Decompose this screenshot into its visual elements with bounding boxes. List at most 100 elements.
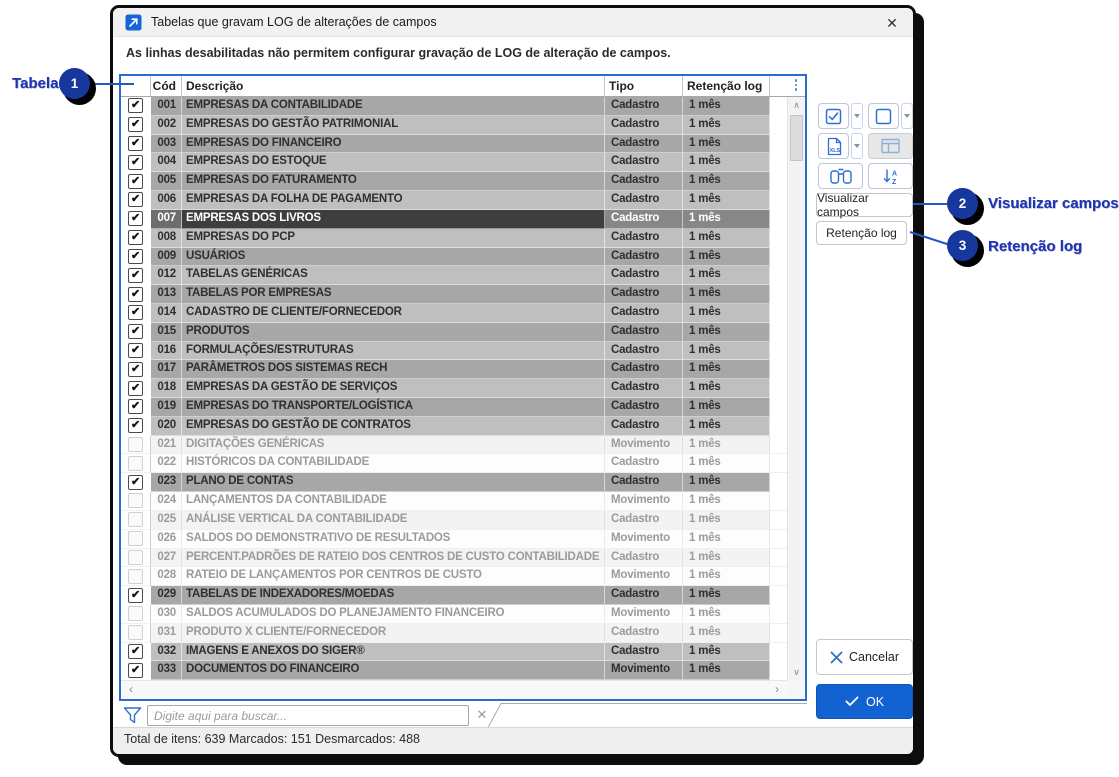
col-header-cod[interactable]: Cód xyxy=(151,76,182,96)
table-row[interactable]: ✔ 009 USUÁRIOS Cadastro 1 mês xyxy=(121,247,787,267)
row-checkbox[interactable]: ✔ xyxy=(121,134,151,154)
table-row[interactable]: ✔ 013 TABELAS POR EMPRESAS Cadastro 1 mês xyxy=(121,285,787,304)
table-row[interactable]: ✔ 033 DOCUMENTOS DO FINANCEIRO Movimento 1 m… xyxy=(121,661,787,681)
uncheck-all-button[interactable] xyxy=(868,103,899,129)
table-row[interactable]: ✔ 020 EMPRESAS DO GESTÃO DE CONTRATOS Cadas… xyxy=(121,416,787,436)
table-row[interactable]: ✔ 015 PRODUTOS Cadastro 1 mês xyxy=(121,322,787,342)
col-header-retencao[interactable]: Retenção log xyxy=(683,76,770,96)
table-row[interactable]: ✔ 023 PLANO DE CONTAS Cadastro 1 mês xyxy=(121,473,787,493)
table-row[interactable]: 028 RATEIO DE LANÇAMENTOS POR CENTROS DE … xyxy=(121,567,787,587)
row-checkbox[interactable] xyxy=(121,548,151,568)
table-row[interactable]: ✔ 001 EMPRESAS DA CONTABILIDADE Cadastro 1 m… xyxy=(121,97,787,116)
row-checkbox[interactable]: ✔ xyxy=(121,642,151,662)
row-checkbox[interactable]: ✔ xyxy=(121,209,151,229)
uncheck-all-dropdown[interactable] xyxy=(901,103,913,129)
retencao-log-button[interactable]: Retenção log xyxy=(816,221,907,245)
row-checkbox[interactable] xyxy=(121,510,151,530)
table-row[interactable]: 027 PERCENT.PADRÕES DE RATEIO DOS CENTROS… xyxy=(121,548,787,568)
checkbox-checked-icon: ✔ xyxy=(128,662,143,678)
row-checkbox[interactable]: ✔ xyxy=(121,379,151,398)
check-all-button[interactable] xyxy=(818,103,849,129)
table-row[interactable]: ✔ 018 EMPRESAS DA GESTÃO DE SERVIÇOS Cadast… xyxy=(121,379,787,398)
table-row[interactable]: 026 SALDOS DO DEMONSTRATIVO DE RESULTADOS… xyxy=(121,529,787,549)
table-row[interactable]: 022 HISTÓRICOS DA CONTABILIDADE Cadastro 1 … xyxy=(121,454,787,474)
layout-button[interactable] xyxy=(868,133,913,159)
cell-ret: 1 mês xyxy=(683,209,770,229)
export-dropdown[interactable] xyxy=(851,133,863,159)
select-all-header[interactable] xyxy=(121,76,151,96)
row-checkbox[interactable]: ✔ xyxy=(121,398,151,417)
table-row[interactable]: ✔ 004 EMPRESAS DO ESTOQUE Cadastro 1 mês xyxy=(121,153,787,173)
search-button[interactable] xyxy=(818,163,863,189)
visualizar-campos-button[interactable]: Visualizar campos xyxy=(816,191,913,219)
row-checkbox[interactable]: ✔ xyxy=(121,266,151,286)
row-checkbox[interactable]: ✔ xyxy=(121,191,151,210)
cell-cod: 032 xyxy=(151,642,182,662)
scroll-left-icon[interactable]: ‹ xyxy=(123,681,139,699)
ok-button[interactable]: OK xyxy=(816,684,913,719)
table-row[interactable]: ✔ 012 TABELAS GENÉRICAS Cadastro 1 mês xyxy=(121,266,787,286)
grid-menu-icon[interactable] xyxy=(792,79,800,91)
row-checkbox[interactable]: ✔ xyxy=(121,473,151,493)
table-row[interactable]: ✔ 005 EMPRESAS DO FATURAMENTO Cadastro 1 mês xyxy=(121,172,787,192)
cell-desc: EMPRESAS DO ESTOQUE xyxy=(182,153,605,173)
table-row[interactable]: ✔ 016 FORMULAÇÕES/ESTRUTURAS Cadastro 1 mês xyxy=(121,341,787,361)
funnel-icon[interactable] xyxy=(123,706,142,725)
table-row[interactable]: 025 ANÁLISE VERTICAL DA CONTABILIDADE Cada… xyxy=(121,510,787,530)
table-row[interactable]: ✔ 014 CADASTRO DE CLIENTE/FORNECEDOR Cadast… xyxy=(121,303,787,323)
cancel-button[interactable]: Cancelar xyxy=(816,639,913,675)
row-checkbox[interactable]: ✔ xyxy=(121,586,151,605)
table-row[interactable]: ✔ 017 PARÂMETROS DOS SISTEMAS RECH Cadastro… xyxy=(121,360,787,380)
row-checkbox[interactable]: ✔ xyxy=(121,228,151,248)
row-checkbox[interactable]: ✔ xyxy=(121,416,151,436)
row-checkbox[interactable] xyxy=(121,567,151,587)
table-row[interactable]: 021 DIGITAÇÕES GENÉRICAS Movimento 1 mês xyxy=(121,435,787,455)
scroll-up-icon[interactable]: ∧ xyxy=(788,97,805,113)
row-checkbox[interactable]: ✔ xyxy=(121,322,151,342)
row-checkbox[interactable] xyxy=(121,623,151,643)
row-checkbox[interactable] xyxy=(121,435,151,455)
col-header-tipo[interactable]: Tipo xyxy=(605,76,683,96)
scroll-down-icon[interactable]: ∨ xyxy=(788,664,805,680)
row-checkbox[interactable] xyxy=(121,454,151,474)
col-header-descricao[interactable]: Descrição xyxy=(182,76,605,96)
table-row[interactable]: ✔ 002 EMPRESAS DO GESTÃO PATRIMONIAL Cadast… xyxy=(121,115,787,135)
row-checkbox[interactable]: ✔ xyxy=(121,97,151,116)
cell-cod: 031 xyxy=(151,623,182,643)
horizontal-scrollbar[interactable]: ‹ › xyxy=(121,680,787,699)
row-checkbox[interactable]: ✔ xyxy=(121,172,151,192)
table-row[interactable]: ✔ 006 EMPRESAS DA FOLHA DE PAGAMENTO Cadast… xyxy=(121,191,787,210)
clear-search-icon[interactable]: ✕ xyxy=(473,706,491,724)
row-checkbox[interactable]: ✔ xyxy=(121,247,151,267)
check-all-dropdown[interactable] xyxy=(851,103,863,129)
table-row[interactable]: ✔ 029 TABELAS DE INDEXADORES/MOEDAS Cadastr… xyxy=(121,586,787,605)
table-row[interactable]: ✔ 003 EMPRESAS DO FINANCEIRO Cadastro 1 mês xyxy=(121,134,787,154)
row-checkbox[interactable]: ✔ xyxy=(121,285,151,304)
row-checkbox[interactable]: ✔ xyxy=(121,153,151,173)
row-checkbox[interactable]: ✔ xyxy=(121,661,151,681)
checkbox-checked-icon: ✔ xyxy=(128,154,143,170)
row-checkbox[interactable] xyxy=(121,604,151,624)
scroll-right-icon[interactable]: › xyxy=(769,681,785,699)
vertical-scroll-thumb[interactable] xyxy=(790,115,803,161)
close-button[interactable]: ✕ xyxy=(881,12,903,34)
sort-button[interactable]: A Z xyxy=(868,163,913,189)
row-checkbox[interactable]: ✔ xyxy=(121,341,151,361)
row-checkbox[interactable]: ✔ xyxy=(121,115,151,135)
export-xls-button[interactable]: XLS xyxy=(818,133,849,159)
table-row[interactable]: 031 PRODUTO X CLIENTE/FORNECEDOR Cadastro 1… xyxy=(121,623,787,643)
table-row[interactable]: ✔ 032 IMAGENS E ANEXOS DO SIGER® Cadastro 1 … xyxy=(121,642,787,662)
row-checkbox[interactable] xyxy=(121,529,151,549)
row-checkbox[interactable]: ✔ xyxy=(121,303,151,323)
checkbox-empty-icon xyxy=(128,455,143,471)
table-row[interactable]: 024 LANÇAMENTOS DA CONTABILIDADE Movimento… xyxy=(121,492,787,511)
table-row[interactable]: 030 SALDOS ACUMULADOS DO PLANEJAMENTO FIN… xyxy=(121,604,787,624)
row-checkbox[interactable]: ✔ xyxy=(121,360,151,380)
table-row[interactable]: ✔ 019 EMPRESAS DO TRANSPORTE/LOGÍSTICA Cada… xyxy=(121,398,787,417)
cell-ret: 1 mês xyxy=(683,303,770,323)
vertical-scrollbar[interactable]: ∧ ∨ xyxy=(787,97,805,680)
search-input[interactable] xyxy=(147,705,469,726)
table-row[interactable]: ✔ 008 EMPRESAS DO PCP Cadastro 1 mês xyxy=(121,228,787,248)
row-checkbox[interactable] xyxy=(121,492,151,511)
table-row[interactable]: ✔ 007 EMPRESAS DOS LIVROS Cadastro 1 mês xyxy=(121,209,787,229)
